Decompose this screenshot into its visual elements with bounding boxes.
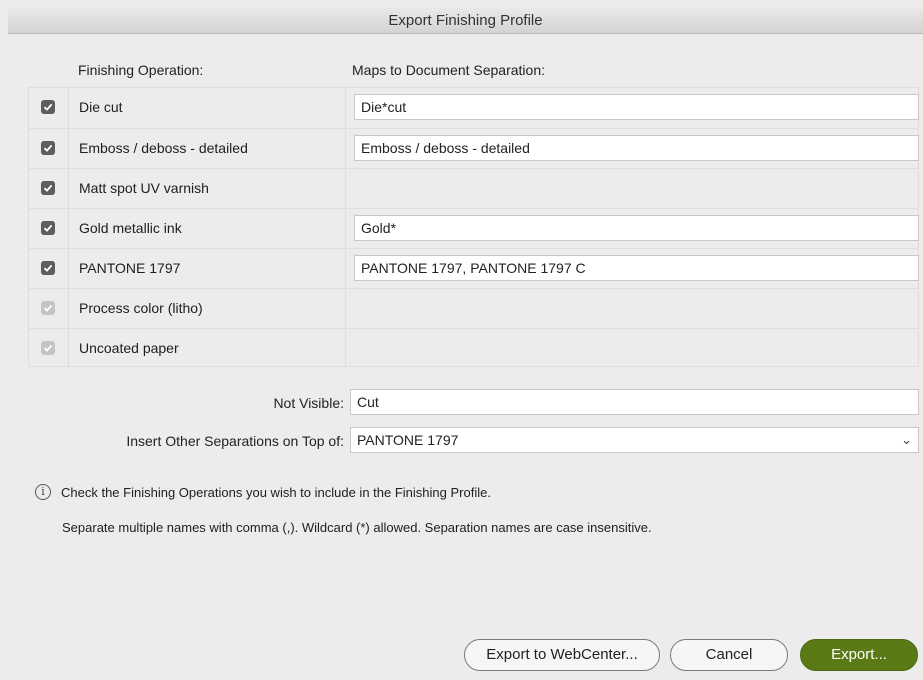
- table-row: Matt spot UV varnish: [29, 168, 918, 208]
- table-row: Die cut: [29, 88, 919, 128]
- checkmark-icon: [43, 144, 53, 152]
- operation-label: PANTONE 1797: [69, 249, 346, 288]
- separation-cell-empty: [346, 329, 918, 368]
- window-title: Export Finishing Profile: [8, 8, 923, 34]
- operation-label: Matt spot UV varnish: [69, 169, 346, 208]
- export-button[interactable]: Export...: [800, 639, 918, 671]
- separation-input-emboss[interactable]: [354, 135, 919, 161]
- separation-cell-empty: [346, 169, 918, 208]
- checkbox-pantone-1797[interactable]: [41, 261, 55, 275]
- checkmark-icon: [43, 103, 53, 111]
- separation-input-gold[interactable]: [354, 215, 919, 241]
- insert-on-top-label: Insert Other Separations on Top of:: [126, 433, 344, 449]
- table-row: PANTONE 1797: [29, 248, 919, 288]
- operation-label: Process color (litho): [69, 289, 346, 328]
- table-row: Emboss / deboss - detailed: [29, 128, 919, 168]
- operation-label: Uncoated paper: [69, 329, 346, 368]
- table-row: Process color (litho): [29, 288, 918, 328]
- export-to-webcenter-button[interactable]: Export to WebCenter...: [464, 639, 660, 671]
- not-visible-label: Not Visible:: [273, 395, 344, 411]
- checkmark-icon: [43, 224, 53, 232]
- checkbox-uncoated-paper-disabled: [41, 341, 55, 355]
- info-text: Check the Finishing Operations you wish …: [61, 484, 491, 500]
- checkbox-emboss[interactable]: [41, 141, 55, 155]
- checkmark-icon: [43, 344, 53, 352]
- not-visible-input[interactable]: Cut: [350, 389, 919, 415]
- operation-column-header: Finishing Operation:: [78, 62, 204, 78]
- insert-on-top-value: PANTONE 1797: [357, 432, 459, 448]
- help-note: Separate multiple names with comma (,). …: [62, 520, 652, 535]
- cancel-button[interactable]: Cancel: [670, 639, 788, 671]
- checkbox-process-color-disabled: [41, 301, 55, 315]
- separation-cell-empty: [346, 289, 918, 328]
- finishing-operations-table: Die cut Emboss / deboss - detailed Matt …: [28, 87, 919, 368]
- operation-label: Emboss / deboss - detailed: [69, 129, 346, 168]
- operation-label: Gold metallic ink: [69, 209, 346, 248]
- checkbox-die-cut[interactable]: [41, 100, 55, 114]
- info-message: i Check the Finishing Operations you wis…: [35, 484, 491, 500]
- checkbox-gold-metallic-ink[interactable]: [41, 221, 55, 235]
- checkbox-matt-spot-uv[interactable]: [41, 181, 55, 195]
- insert-on-top-select[interactable]: PANTONE 1797 ⌄: [350, 427, 919, 453]
- separation-input-pantone[interactable]: [354, 255, 919, 281]
- separation-column-header: Maps to Document Separation:: [352, 62, 545, 78]
- table-row: Uncoated paper: [29, 328, 918, 368]
- checkmark-icon: [43, 304, 53, 312]
- chevron-down-icon: ⌄: [901, 432, 912, 447]
- checkmark-icon: [43, 264, 53, 272]
- separation-input-die-cut[interactable]: [354, 94, 919, 120]
- table-row: Gold metallic ink: [29, 208, 919, 248]
- info-icon: i: [35, 484, 51, 500]
- operation-label: Die cut: [69, 88, 346, 128]
- checkmark-icon: [43, 184, 53, 192]
